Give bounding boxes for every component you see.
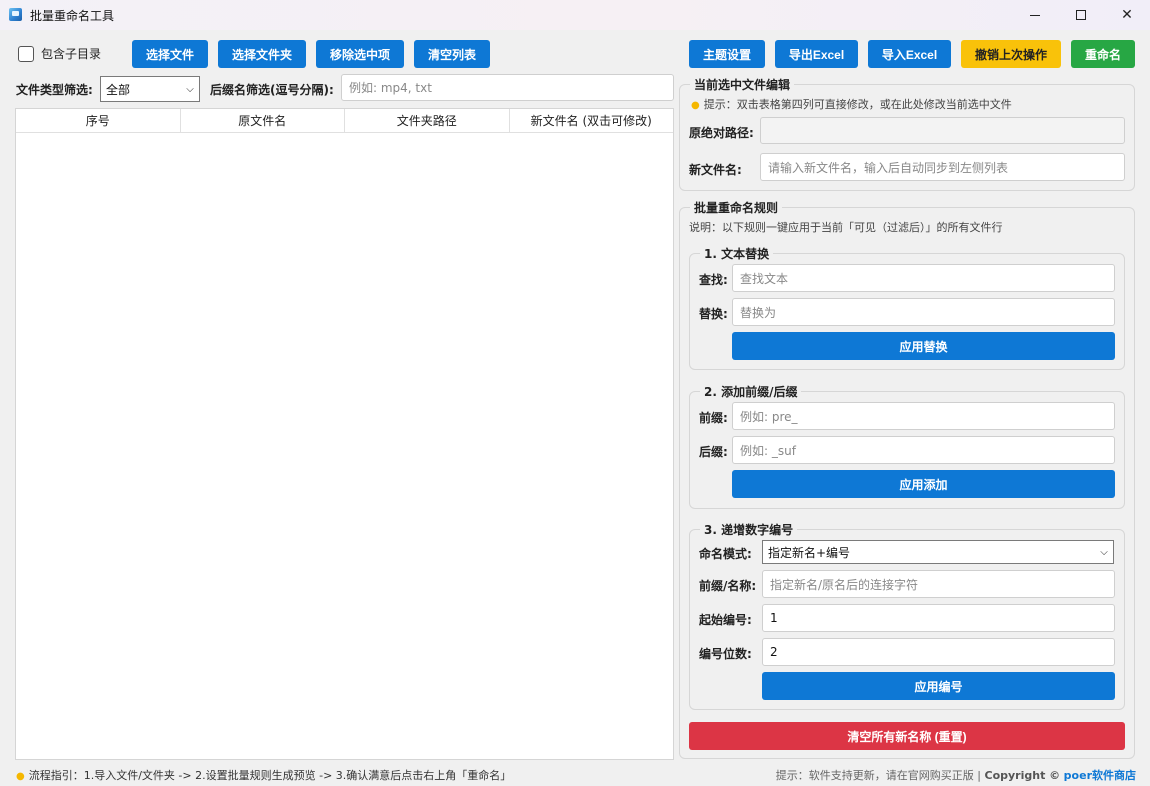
current-file-edit-title: 当前选中文件编辑: [690, 76, 795, 93]
file-type-value: 全部: [106, 82, 131, 97]
original-path-field[interactable]: [760, 117, 1125, 144]
close-button[interactable]: ✕: [1104, 0, 1150, 30]
name-prefix-input[interactable]: 指定新名/原名后的连接字符: [762, 570, 1115, 598]
undo-last-button[interactable]: 撤销上次操作: [961, 40, 1061, 68]
column-header-original-name[interactable]: 原文件名: [181, 109, 345, 132]
file-type-filter-label: 文件类型筛选:: [16, 83, 93, 97]
naming-mode-select[interactable]: 指定新名+编号 ⌵: [762, 540, 1114, 564]
import-excel-button[interactable]: 导入Excel: [868, 40, 951, 68]
apply-affix-button[interactable]: 应用添加: [732, 470, 1115, 498]
ext-filter-label: 后缀名筛选(逗号分隔):: [210, 83, 334, 97]
checkbox-box[interactable]: [18, 45, 34, 62]
text-replace-title: 1. 文本替换: [700, 245, 774, 262]
edit-hint: ● 提示：双击表格第四列可直接修改，或在此处修改当前选中文件: [691, 96, 1012, 112]
close-icon: ✕: [1121, 7, 1133, 23]
prefix-input[interactable]: 例如: pre_: [732, 402, 1115, 430]
path-label: 原绝对路径:: [689, 126, 754, 140]
suffix-input[interactable]: 例如: _suf: [732, 436, 1115, 464]
replace-label: 替换:: [699, 307, 728, 321]
export-excel-button[interactable]: 导出Excel: [775, 40, 858, 68]
naming-mode-label: 命名模式:: [699, 547, 752, 561]
edit-hint-text: 提示：双击表格第四列可直接修改，或在此处修改当前选中文件: [703, 98, 1012, 111]
name-prefix-label: 前缀/名称:: [699, 579, 757, 593]
app-icon: [9, 8, 22, 21]
ext-filter-input[interactable]: 例如: mp4, txt: [341, 74, 674, 101]
start-number-input[interactable]: 1: [762, 604, 1115, 632]
update-hint: 提示：软件支持更新，请在官网购买正版 |: [775, 769, 981, 782]
clear-list-button[interactable]: 清空列表: [414, 40, 490, 68]
remove-selected-button[interactable]: 移除选中项: [316, 40, 404, 68]
maximize-button[interactable]: [1058, 0, 1104, 30]
include-subdirs-label: 包含子目录: [41, 47, 102, 61]
apply-replace-button[interactable]: 应用替换: [732, 332, 1115, 360]
include-subdirs-checkbox[interactable]: 包含子目录: [18, 45, 101, 62]
title-bar: 批量重命名工具 ✕: [0, 0, 1150, 30]
column-header-folder-path[interactable]: 文件夹路径: [345, 109, 510, 132]
new-name-label: 新文件名:: [689, 163, 742, 177]
prefix-label: 前缀:: [699, 411, 728, 425]
start-number-label: 起始编号:: [699, 613, 752, 627]
lightbulb-icon: ●: [16, 771, 25, 782]
naming-mode-value: 指定新名+编号: [768, 545, 851, 560]
file-type-select[interactable]: 全部 ⌵: [100, 76, 200, 102]
batch-rules-title: 批量重命名规则: [690, 199, 783, 216]
suffix-label: 后缀:: [699, 445, 728, 459]
reset-new-names-button[interactable]: 清空所有新名称 (重置): [689, 722, 1125, 750]
select-folder-button[interactable]: 选择文件夹: [218, 40, 306, 68]
new-name-input[interactable]: 请输入新文件名，输入后自动同步到左侧列表: [760, 153, 1125, 181]
rename-button[interactable]: 重命名: [1071, 40, 1135, 68]
brand-link[interactable]: poer软件商店: [1064, 769, 1136, 782]
chevron-down-icon: ⌵: [1100, 546, 1108, 558]
chevron-down-icon: ⌵: [186, 83, 194, 95]
replace-input[interactable]: 替换为: [732, 298, 1115, 326]
workflow-guide-text: 流程指引：1.导入文件/文件夹 -> 2.设置批量规则生成预览 -> 3.确认满…: [28, 769, 512, 782]
apply-numbering-button[interactable]: 应用编号: [762, 672, 1115, 700]
digits-input[interactable]: 2: [762, 638, 1115, 666]
select-files-button[interactable]: 选择文件: [132, 40, 208, 68]
affix-title: 2. 添加前缀/后缀: [700, 383, 802, 400]
theme-settings-button[interactable]: 主题设置: [689, 40, 765, 68]
minimize-icon: [1030, 14, 1040, 16]
copyright-text: Copyright ©: [984, 769, 1061, 782]
column-header-new-name[interactable]: 新文件名 (双击可修改): [510, 109, 674, 132]
find-label: 查找:: [699, 273, 728, 287]
file-table[interactable]: 序号 原文件名 文件夹路径 新文件名 (双击可修改): [15, 108, 674, 760]
numbering-title: 3. 递增数字编号: [700, 521, 798, 538]
find-input[interactable]: 查找文本: [732, 264, 1115, 292]
minimize-button[interactable]: [1012, 0, 1058, 30]
maximize-icon: [1076, 10, 1086, 20]
rules-note: 说明：以下规则一键应用于当前「可见（过滤后）」的所有文件行: [689, 221, 1003, 234]
workflow-guide: ● 流程指引：1.导入文件/文件夹 -> 2.设置批量规则生成预览 -> 3.确认…: [16, 767, 511, 783]
column-header-index[interactable]: 序号: [16, 109, 181, 132]
footer-info: 提示：软件支持更新，请在官网购买正版 | Copyright © poer软件商…: [776, 767, 1136, 783]
digits-label: 编号位数:: [699, 647, 752, 661]
window-title: 批量重命名工具: [30, 9, 115, 23]
table-header: 序号 原文件名 文件夹路径 新文件名 (双击可修改): [16, 109, 673, 133]
lightbulb-icon: ●: [691, 100, 700, 111]
